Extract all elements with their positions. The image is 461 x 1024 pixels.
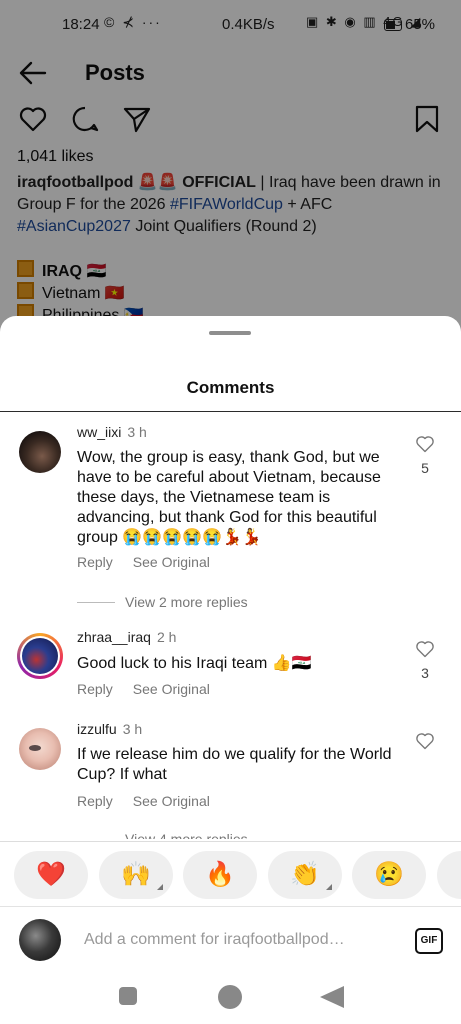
comment-time: 3 h: [122, 721, 143, 737]
reaction-raised-hands-button[interactable]: 🙌: [99, 851, 173, 899]
comment-like-heart-icon[interactable]: [415, 639, 435, 659]
avatar[interactable]: [19, 728, 61, 770]
comments-sheet: Comments ww_iixi 3 h Wow, the group is ea…: [0, 316, 461, 1024]
reply-button[interactable]: Reply: [77, 554, 113, 570]
comment-actions: Reply See Original: [77, 554, 230, 570]
gif-button[interactable]: GIF: [415, 928, 443, 954]
comment-username[interactable]: izzulfu 3 h: [77, 721, 142, 737]
comment-text: If we release him do we qualify for the …: [77, 746, 392, 783]
comment-time: 3 h: [127, 424, 147, 440]
comment-time: 2 h: [156, 629, 177, 645]
view-more-replies[interactable]: View 2 more replies: [77, 594, 248, 610]
comment-like-count: 5: [421, 460, 429, 476]
comment-actions: Reply See Original: [77, 793, 230, 809]
comment-username[interactable]: ww_iixi 3 h: [77, 424, 147, 440]
quick-reactions-bar: ❤️ 🙌 🔥 👏 😢: [0, 841, 461, 906]
comment-input[interactable]: [84, 927, 384, 953]
reaction-clap-button[interactable]: 👏: [268, 851, 342, 899]
see-original-button[interactable]: See Original: [133, 681, 210, 697]
reply-button[interactable]: Reply: [77, 793, 113, 809]
reaction-crying-button[interactable]: 😢: [352, 851, 426, 899]
comment-text: Wow, the group is easy, thank God, but w…: [77, 449, 381, 546]
comment-like-count: 3: [421, 665, 429, 681]
divider: [0, 411, 461, 412]
comment-actions: Reply See Original: [77, 681, 230, 697]
comment-username[interactable]: zhraa__iraq 2 h: [77, 629, 176, 645]
current-user-avatar: [19, 919, 61, 961]
system-nav-bar: [0, 972, 461, 1024]
reaction-fire-button[interactable]: 🔥: [183, 851, 257, 899]
recent-apps-icon[interactable]: [119, 987, 137, 1005]
avatar-story-ring[interactable]: [17, 633, 63, 679]
reaction-more-button[interactable]: [437, 851, 461, 899]
comment-like-heart-icon[interactable]: [415, 731, 435, 751]
see-original-button[interactable]: See Original: [133, 554, 210, 570]
avatar[interactable]: [19, 431, 61, 473]
back-triangle-icon[interactable]: [320, 986, 344, 1008]
sheet-title: Comments: [186, 378, 275, 397]
home-icon[interactable]: [218, 985, 242, 1009]
reaction-heart-button[interactable]: ❤️: [14, 851, 88, 899]
comment-text: Good luck to his Iraqi team 👍🇮🇶: [77, 655, 312, 672]
drag-handle[interactable]: [209, 331, 251, 335]
comment-input-bar: GIF: [0, 906, 461, 973]
reply-button[interactable]: Reply: [77, 681, 113, 697]
comment-like-heart-icon[interactable]: [415, 434, 435, 454]
see-original-button[interactable]: See Original: [133, 793, 210, 809]
